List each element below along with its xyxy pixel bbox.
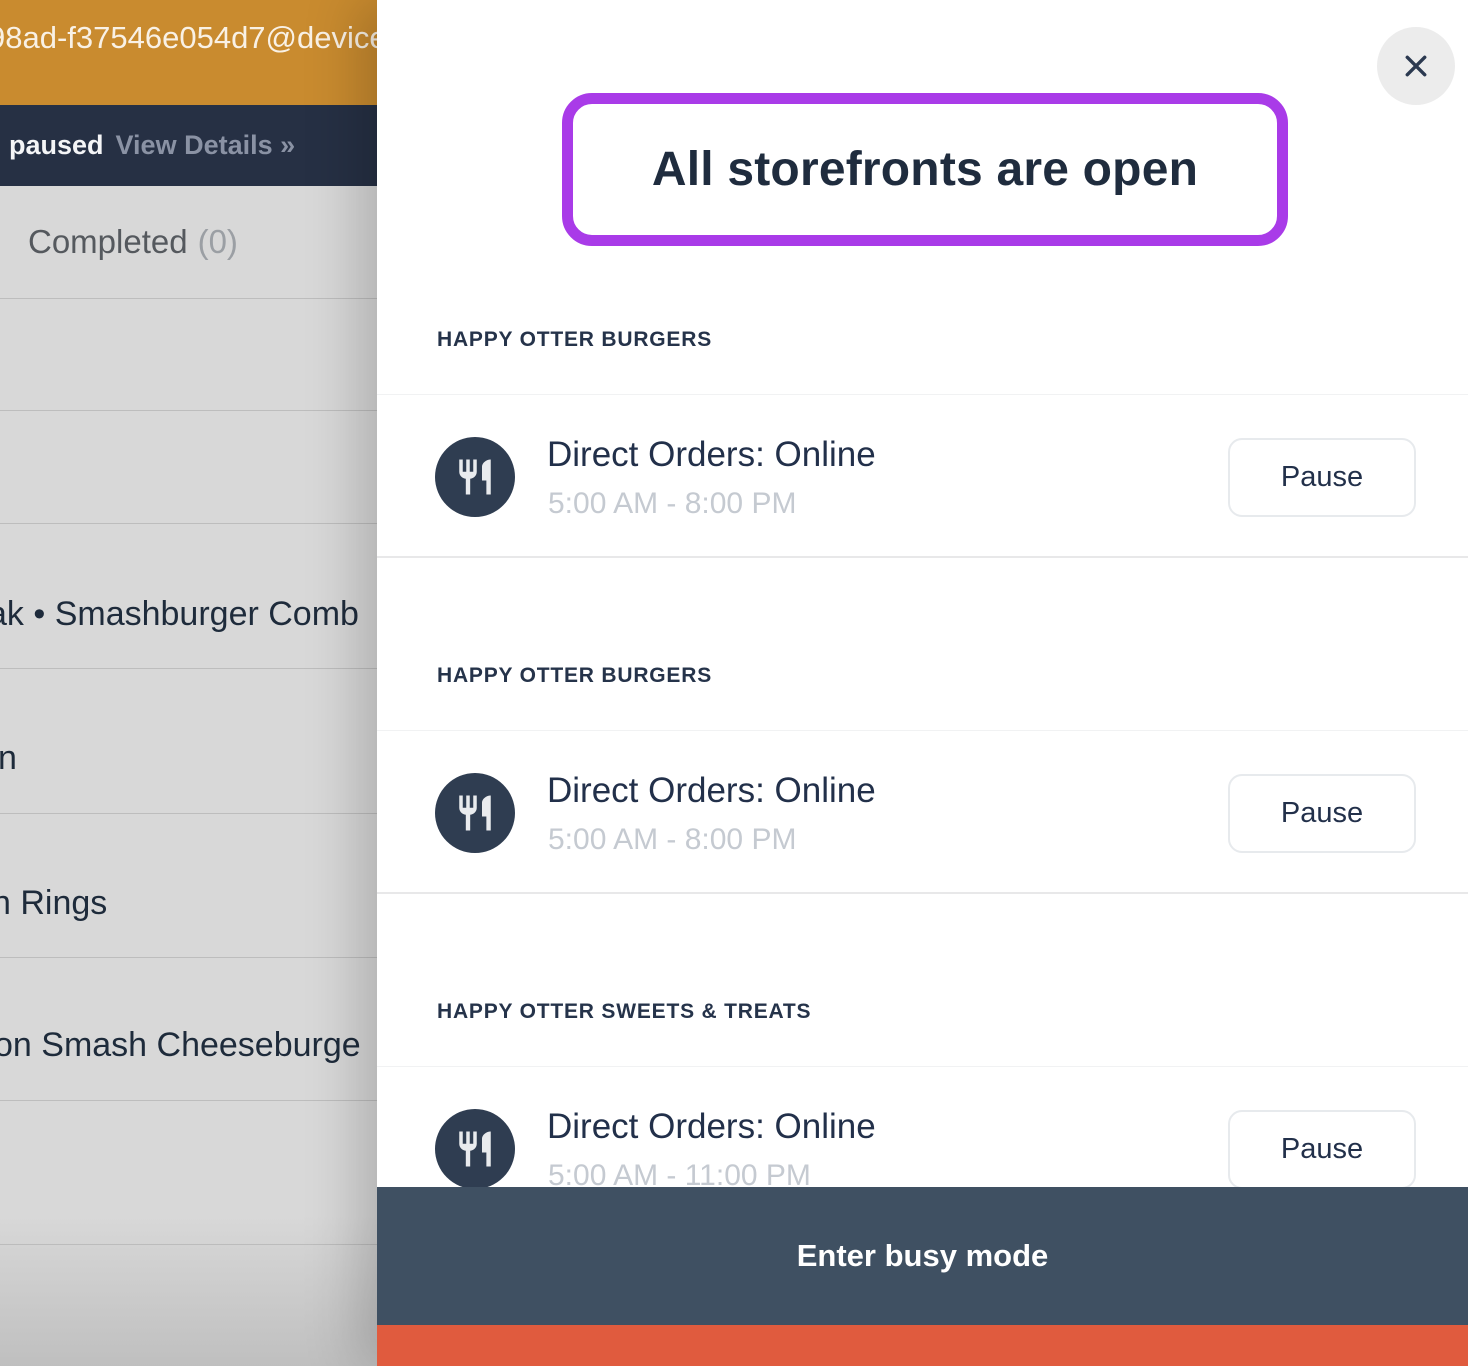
- storefront-row: Direct Orders: Online 5:00 AM - 8:00 PM …: [377, 731, 1468, 892]
- storefront-channel-title: Direct Orders: Online: [547, 1107, 876, 1147]
- bottom-accent-strip: [377, 1325, 1468, 1366]
- storefront-channel-title: Direct Orders: Online: [547, 771, 876, 811]
- divider: [377, 556, 1468, 558]
- tab-completed-count: (0): [198, 223, 238, 261]
- storefront-hours: 5:00 AM - 8:00 PM: [548, 823, 796, 857]
- pause-button[interactable]: Pause: [1228, 1110, 1416, 1189]
- divider: [0, 410, 377, 411]
- modal-title-highlight: All storefronts are open: [562, 93, 1288, 246]
- divider: [0, 1100, 377, 1101]
- modal-title: All storefronts are open: [652, 142, 1198, 197]
- close-icon: [1398, 48, 1434, 84]
- pause-button[interactable]: Pause: [1228, 438, 1416, 517]
- storefront-hours: 5:00 AM - 8:00 PM: [548, 487, 796, 521]
- tab-completed-label: Completed: [28, 223, 188, 261]
- storefront-name: HAPPY OTTER BURGERS: [437, 664, 712, 688]
- orders-background-panel: 98ad-f37546e054d7@device paused View Det…: [0, 0, 377, 1366]
- enter-busy-mode-button[interactable]: Enter busy mode: [377, 1187, 1468, 1325]
- fork-knife-icon: [435, 437, 515, 517]
- panel-bottom-fade: [0, 1216, 377, 1366]
- enter-busy-mode-label: Enter busy mode: [797, 1238, 1049, 1274]
- paused-status-bar: paused View Details »: [0, 105, 377, 186]
- divider: [0, 668, 377, 669]
- view-details-link[interactable]: View Details »: [116, 130, 296, 161]
- divider: [0, 813, 377, 814]
- list-item[interactable]: on Smash Cheeseburge: [0, 1026, 361, 1065]
- storefront-row: Direct Orders: Online 5:00 AM - 8:00 PM …: [377, 395, 1468, 556]
- divider: [377, 892, 1468, 894]
- fork-knife-icon: [435, 1109, 515, 1189]
- tab-completed[interactable]: Completed (0): [0, 186, 377, 298]
- pause-button[interactable]: Pause: [1228, 774, 1416, 853]
- paused-label: paused: [9, 130, 104, 161]
- storefronts-modal: All storefronts are open HAPPY OTTER BUR…: [377, 0, 1468, 1366]
- storefront-name: HAPPY OTTER SWEETS & TREATS: [437, 1000, 811, 1024]
- storefront-name: HAPPY OTTER BURGERS: [437, 328, 712, 352]
- device-banner-text: 98ad-f37546e054d7@device: [0, 20, 377, 56]
- device-banner: 98ad-f37546e054d7@device: [0, 0, 377, 105]
- fork-knife-icon: [435, 773, 515, 853]
- list-item[interactable]: ak • Smashburger Comb: [0, 595, 359, 634]
- divider: [0, 1244, 377, 1245]
- divider: [0, 298, 377, 299]
- storefront-channel-title: Direct Orders: Online: [547, 435, 876, 475]
- close-button[interactable]: [1377, 27, 1455, 105]
- divider: [0, 957, 377, 958]
- list-item[interactable]: n Rings: [0, 884, 107, 923]
- divider: [0, 523, 377, 524]
- list-item[interactable]: n: [0, 739, 17, 778]
